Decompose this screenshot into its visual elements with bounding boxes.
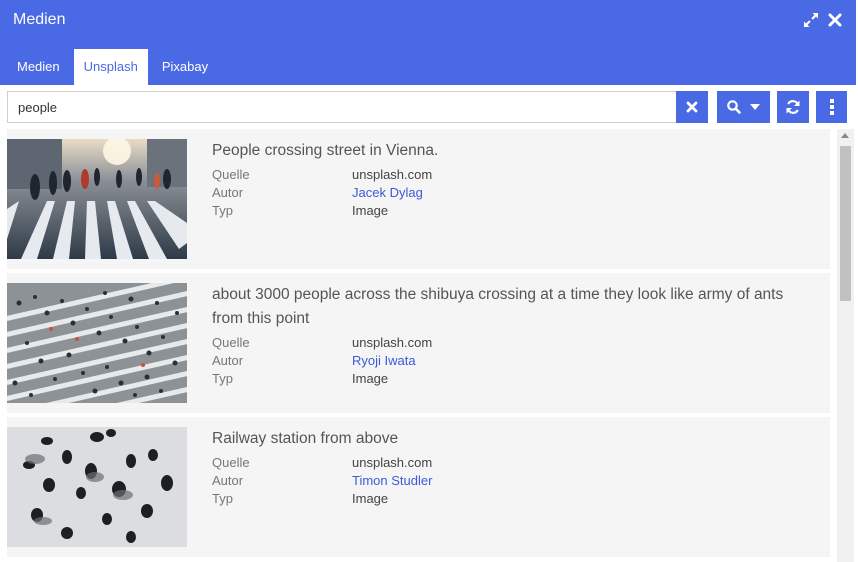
meta-row-author: Autor Ryoji Iwata	[212, 352, 812, 370]
more-options-button[interactable]	[816, 91, 847, 123]
result-thumbnail[interactable]	[7, 139, 187, 259]
tab-unsplash[interactable]: Unsplash	[73, 49, 148, 85]
times-icon	[686, 101, 698, 113]
meta-row-author: Autor Timon Studler	[212, 472, 812, 490]
window-title: Medien	[13, 11, 66, 28]
meta-type-value: Image	[352, 203, 389, 218]
window-header: Medien Medien Unsplash Pixabay	[0, 0, 856, 85]
result-info: People crossing street in Vienna. Quelle…	[212, 139, 812, 220]
ellipsis-vertical-icon	[829, 99, 834, 115]
meta-row-author: Autor Jacek Dylag	[212, 184, 812, 202]
result-title: about 3000 people across the shibuya cro…	[212, 286, 784, 327]
result-item[interactable]: People crossing street in Vienna. Quelle…	[7, 129, 830, 269]
meta-label: Typ	[212, 491, 233, 506]
scroll-thumb[interactable]	[840, 146, 851, 301]
scroll-up-arrow-icon[interactable]	[841, 133, 849, 138]
expand-icon	[804, 13, 818, 27]
meta-row-source: Quelle unsplash.com	[212, 166, 812, 184]
search-icon	[726, 100, 741, 114]
author-link[interactable]: Ryoji Iwata	[352, 352, 416, 370]
close-icon	[828, 13, 842, 27]
tab-pixabay[interactable]: Pixabay	[152, 49, 218, 85]
meta-source-value: unsplash.com	[352, 167, 433, 182]
result-info: Railway station from above Quelle unspla…	[212, 427, 812, 508]
refresh-button[interactable]	[777, 91, 809, 123]
close-window-button[interactable]	[824, 9, 846, 31]
author-link[interactable]: Jacek Dylag	[352, 184, 423, 202]
result-info: about 3000 people across the shibuya cro…	[212, 283, 812, 388]
meta-label: Autor	[212, 473, 244, 488]
results-scrollbar[interactable]	[837, 129, 854, 562]
results-list: People crossing street in Vienna. Quelle…	[7, 129, 830, 562]
meta-label: Quelle	[212, 335, 250, 350]
result-item[interactable]: Railway station from above Quelle unspla…	[7, 417, 830, 557]
meta-type-value: Image	[352, 371, 389, 386]
meta-label: Autor	[212, 185, 244, 200]
meta-row-type: Typ Image	[212, 370, 812, 388]
result-title: Railway station from above	[212, 430, 399, 447]
meta-row-type: Typ Image	[212, 202, 812, 220]
meta-label: Quelle	[212, 455, 250, 470]
expand-button[interactable]	[800, 9, 822, 31]
caret-down-icon	[749, 104, 760, 110]
meta-label: Typ	[212, 203, 233, 218]
meta-label: Typ	[212, 371, 233, 386]
meta-row-source: Quelle unsplash.com	[212, 454, 812, 472]
tab-medien[interactable]: Medien	[7, 49, 70, 85]
meta-type-value: Image	[352, 491, 389, 506]
railway-station-image	[7, 427, 187, 547]
meta-source-value: unsplash.com	[352, 455, 433, 470]
result-thumbnail[interactable]	[7, 427, 187, 547]
meta-row-type: Typ Image	[212, 490, 812, 508]
result-item[interactable]: about 3000 people across the shibuya cro…	[7, 273, 830, 413]
author-link[interactable]: Timon Studler	[352, 472, 432, 490]
result-thumbnail[interactable]	[7, 283, 187, 403]
search-button[interactable]	[717, 91, 770, 123]
refresh-icon	[786, 100, 800, 114]
meta-source-value: unsplash.com	[352, 335, 433, 350]
result-title: People crossing street in Vienna.	[212, 142, 439, 159]
shibuya-crossing-image	[7, 283, 187, 403]
meta-label: Quelle	[212, 167, 250, 182]
meta-row-source: Quelle unsplash.com	[212, 334, 812, 352]
search-input[interactable]	[7, 91, 676, 123]
clear-search-button[interactable]	[676, 91, 708, 123]
meta-label: Autor	[212, 353, 244, 368]
street-crossing-image	[7, 139, 187, 259]
tab-bar: Medien Unsplash Pixabay	[7, 49, 222, 85]
